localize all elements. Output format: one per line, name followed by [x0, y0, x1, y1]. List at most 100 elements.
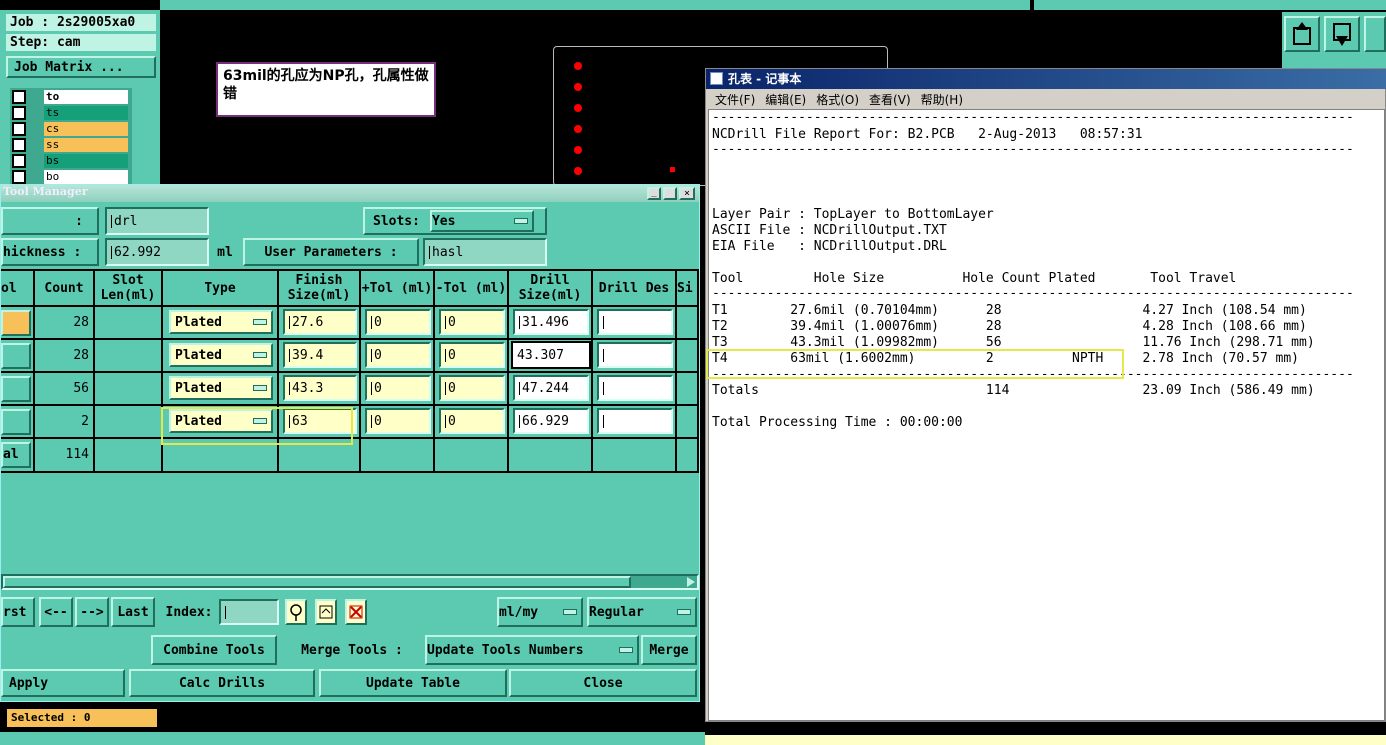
- thickness-field[interactable]: 62.992: [105, 238, 209, 266]
- t4-highlight-box: [706, 349, 1124, 379]
- prev-button[interactable]: <--: [39, 597, 73, 627]
- plus-tol-input[interactable]: 0: [365, 408, 431, 434]
- minus-tol-input[interactable]: 0: [439, 375, 505, 401]
- table-row[interactable]: 56 Plated 43.3 0 0 47.244: [1, 373, 699, 406]
- upload-icon[interactable]: [1284, 16, 1320, 52]
- slots-value[interactable]: Yes: [429, 210, 534, 232]
- drill-size-input[interactable]: 66.929: [513, 408, 589, 434]
- text-caret: [445, 348, 446, 362]
- layer-checkbox[interactable]: [12, 154, 26, 168]
- layer-checkbox[interactable]: [12, 138, 26, 152]
- layer-bs[interactable]: bs: [44, 154, 128, 168]
- table-row[interactable]: 28 Plated 39.4 0 0 43.307: [1, 340, 699, 373]
- layer-bo[interactable]: bo: [44, 170, 128, 184]
- drill-des-input[interactable]: [597, 309, 673, 335]
- layer-ts[interactable]: ts: [44, 106, 128, 120]
- menu-edit[interactable]: 编辑(E): [765, 91, 806, 108]
- menu-help[interactable]: 帮助(H): [921, 91, 963, 108]
- close-icon[interactable]: ×: [679, 187, 695, 200]
- calc-drills-button[interactable]: Calc Drills: [129, 669, 315, 697]
- scrollbar-thumb[interactable]: [3, 576, 631, 588]
- last-button[interactable]: Last: [111, 597, 155, 627]
- plus-tol-input[interactable]: 0: [365, 342, 431, 368]
- text-caret: [603, 315, 604, 329]
- plus-tol-input[interactable]: 0: [365, 309, 431, 335]
- minus-tol-input[interactable]: 0: [439, 342, 505, 368]
- maximize-icon[interactable]: [663, 187, 677, 200]
- update-tools-numbers-combo[interactable]: Update Tools Numbers: [425, 635, 639, 665]
- type-combo[interactable]: Plated: [169, 310, 273, 334]
- export-icon[interactable]: [1364, 16, 1386, 52]
- delete-icon[interactable]: [345, 599, 367, 625]
- chevron-down-icon: [677, 609, 691, 615]
- type-combo[interactable]: Plated: [169, 376, 273, 400]
- units-combo[interactable]: ml/my: [497, 597, 583, 627]
- col-header-drill-size: Drill Size(ml): [509, 271, 593, 307]
- layer-checkbox[interactable]: [12, 122, 26, 136]
- finish-size-input[interactable]: 27.6: [283, 309, 357, 335]
- tool-color-swatch[interactable]: [1, 343, 31, 369]
- text-line-t2: T2 39.4mil (1.00076mm) 28 4.28 Inch (108…: [712, 319, 1307, 334]
- next-button[interactable]: -->: [75, 597, 109, 627]
- job-matrix-button[interactable]: Job Matrix ...: [6, 56, 156, 78]
- plus-tol-value: 0: [374, 380, 382, 396]
- tool-color-swatch[interactable]: [1, 376, 31, 402]
- download-icon[interactable]: [1324, 16, 1360, 52]
- layer-cs[interactable]: cs: [44, 122, 128, 136]
- minimize-icon[interactable]: _: [647, 187, 661, 200]
- finish-size-input[interactable]: 39.4: [283, 342, 357, 368]
- menu-view[interactable]: 查看(V): [869, 91, 911, 108]
- type-combo[interactable]: Plated: [169, 343, 273, 367]
- drill-layer-field[interactable]: drl: [105, 207, 209, 235]
- plus-tol-value: 0: [374, 347, 382, 363]
- table-row[interactable]: 28 Plated 27.6 0 0 31.496: [1, 307, 699, 340]
- job-name: Job : 2s29005xa0: [6, 14, 156, 31]
- refresh-icon[interactable]: [315, 599, 337, 625]
- apply-button[interactable]: Apply: [1, 669, 125, 697]
- close-button[interactable]: Close: [509, 669, 697, 697]
- scroll-right-icon[interactable]: [687, 577, 695, 587]
- merge-button[interactable]: Merge: [641, 635, 697, 665]
- slots-combo[interactable]: Slots: Yes: [363, 207, 547, 235]
- tool-color-swatch[interactable]: [1, 409, 31, 435]
- drill-size-value: 66.929: [522, 413, 569, 429]
- drill-size-input[interactable]: 43.307: [511, 341, 591, 369]
- type-value: Plated: [175, 314, 222, 330]
- text-line-ascii-file: ASCII File : NCDrillOutput.TXT: [712, 223, 947, 238]
- minus-tol-input[interactable]: 0: [439, 408, 505, 434]
- search-icon[interactable]: [285, 599, 307, 625]
- slot-len-cell: [95, 406, 163, 439]
- first-button[interactable]: rst: [1, 597, 35, 627]
- layer-checkbox[interactable]: [12, 170, 26, 184]
- minus-tol-input[interactable]: 0: [439, 309, 505, 335]
- layer-checkbox[interactable]: [12, 90, 26, 104]
- type-value: Plated: [175, 347, 222, 363]
- drill-des-input[interactable]: [597, 408, 673, 434]
- user-parameters-value: hasl: [432, 244, 464, 260]
- drill-size-input[interactable]: 31.496: [513, 309, 589, 335]
- drill-size-input[interactable]: 47.244: [513, 375, 589, 401]
- finish-size-input[interactable]: 43.3: [283, 375, 357, 401]
- update-table-button[interactable]: Update Table: [319, 669, 507, 697]
- plus-tol-input[interactable]: 0: [365, 375, 431, 401]
- text-caret: [371, 414, 372, 428]
- tool-color-swatch[interactable]: [1, 310, 31, 336]
- layer-list: to ts cs ss bs bo: [10, 88, 132, 184]
- mode-combo[interactable]: Regular: [587, 597, 697, 627]
- menu-format[interactable]: 格式(O): [816, 91, 859, 108]
- text-caret: [111, 214, 112, 228]
- menu-file[interactable]: 文件(F): [715, 91, 755, 108]
- horizontal-scrollbar[interactable]: [1, 574, 699, 590]
- drill-des-input[interactable]: [597, 375, 673, 401]
- index-input[interactable]: [219, 599, 279, 625]
- text-caret: [519, 381, 520, 395]
- layer-to[interactable]: to: [44, 90, 128, 104]
- drill-size-value: 47.244: [522, 380, 569, 396]
- chevron-down-icon: [513, 218, 528, 224]
- layer-checkbox[interactable]: [12, 106, 26, 120]
- layer-ss[interactable]: ss: [44, 138, 128, 152]
- drill-des-input[interactable]: [597, 342, 673, 368]
- mode-value: Regular: [589, 604, 644, 620]
- user-parameters-field[interactable]: hasl: [423, 238, 547, 266]
- combine-tools-button[interactable]: Combine Tools: [151, 635, 277, 665]
